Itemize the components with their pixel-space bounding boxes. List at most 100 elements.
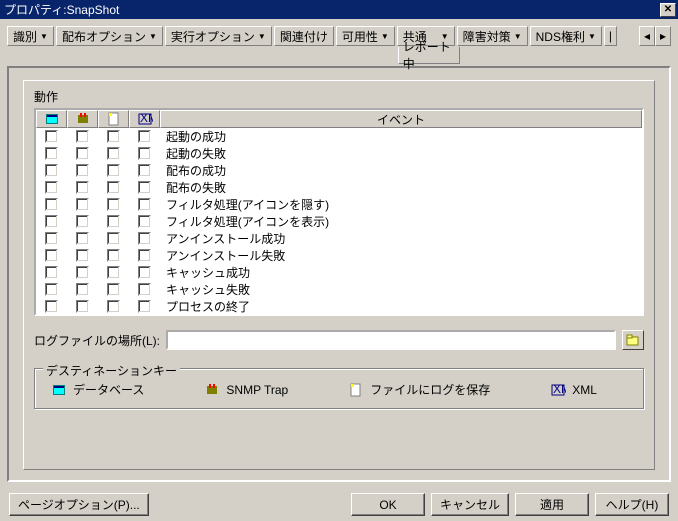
event-checkbox[interactable] <box>138 164 151 177</box>
col-xml-icon[interactable]: XML <box>129 110 160 128</box>
col-event[interactable]: イベント <box>160 110 642 128</box>
tab-scroll-left[interactable]: ◂ <box>639 26 655 46</box>
event-checkbox[interactable] <box>138 249 151 262</box>
close-button[interactable]: ✕ <box>660 3 676 17</box>
log-path-input[interactable] <box>166 330 616 350</box>
col-snmp-icon[interactable] <box>67 110 98 128</box>
tab-identify[interactable]: 識別▼ <box>7 26 54 46</box>
event-label: アンインストール成功 <box>160 230 642 247</box>
event-checkbox[interactable] <box>45 300 58 313</box>
destination-legend: デスティネーションキー <box>43 362 180 379</box>
event-checkbox[interactable] <box>45 232 58 245</box>
event-checkbox[interactable] <box>138 130 151 143</box>
event-checkbox[interactable] <box>107 181 120 194</box>
event-label: キャッシュ成功 <box>160 264 642 281</box>
tab-run-options[interactable]: 実行オプション▼ <box>165 26 272 46</box>
tab-more[interactable]: | <box>604 26 617 46</box>
event-checkbox[interactable] <box>107 198 120 211</box>
ok-button[interactable]: OK <box>351 493 425 516</box>
dialog-buttons: ページオプション(P)... OK キャンセル 適用 ヘルプ(H) <box>0 488 678 521</box>
browse-button[interactable] <box>622 330 644 350</box>
event-label: 起動の失敗 <box>160 145 642 162</box>
tab-common-sub: レポート中 <box>398 47 460 64</box>
event-label: フィルタ処理(アイコンを表示) <box>160 213 642 230</box>
event-label: フィルタ処理(アイコンを隠す) <box>160 196 642 213</box>
event-checkbox[interactable] <box>45 130 58 143</box>
col-file-icon[interactable] <box>98 110 129 128</box>
window-title: プロパティ:SnapShot <box>2 1 119 18</box>
event-checkbox[interactable] <box>45 147 58 160</box>
event-checkbox[interactable] <box>76 147 89 160</box>
event-checkbox[interactable] <box>107 164 120 177</box>
event-checkbox[interactable] <box>45 164 58 177</box>
col-db-icon[interactable] <box>36 110 67 128</box>
log-label: ログファイルの場所(L): <box>34 332 160 349</box>
dest-xml: XMLXML <box>550 381 597 398</box>
destination-key-group: デスティネーションキー データベース SNMP Trap ファイルにログを保存 … <box>34 368 644 409</box>
apply-button[interactable]: 適用 <box>515 493 589 516</box>
event-checkbox[interactable] <box>107 283 120 296</box>
event-checkbox[interactable] <box>138 300 151 313</box>
event-checkbox[interactable] <box>138 181 151 194</box>
tab-availability[interactable]: 可用性▼ <box>336 26 395 46</box>
event-checkbox[interactable] <box>107 232 120 245</box>
tab-fault[interactable]: 障害対策▼ <box>457 26 528 46</box>
event-checkbox[interactable] <box>76 164 89 177</box>
event-checkbox[interactable] <box>45 283 58 296</box>
event-checkbox[interactable] <box>138 283 151 296</box>
cancel-button[interactable]: キャンセル <box>431 493 509 516</box>
tab-common[interactable]: 共通▼ レポート中 <box>397 26 455 46</box>
event-checkbox[interactable] <box>138 266 151 279</box>
tab-scroll-right[interactable]: ▸ <box>655 26 671 46</box>
event-checkbox[interactable] <box>107 300 120 313</box>
event-row: 配布の成功 <box>36 162 642 179</box>
event-row: アンインストール失敗 <box>36 247 642 264</box>
event-checkbox[interactable] <box>107 147 120 160</box>
tab-distribution-options[interactable]: 配布オプション▼ <box>56 26 163 46</box>
help-button[interactable]: ヘルプ(H) <box>595 493 669 516</box>
event-checkbox[interactable] <box>76 130 89 143</box>
event-checkbox[interactable] <box>138 147 151 160</box>
event-row: フィルタ処理(アイコンを隠す) <box>36 196 642 213</box>
event-checkbox[interactable] <box>107 215 120 228</box>
event-checkbox[interactable] <box>107 249 120 262</box>
page-options-button[interactable]: ページオプション(P)... <box>9 493 149 516</box>
event-checkbox[interactable] <box>76 215 89 228</box>
event-label: 起動の成功 <box>160 128 642 145</box>
tab-nds-rights[interactable]: NDS権利▼ <box>530 26 602 46</box>
event-checkbox[interactable] <box>76 181 89 194</box>
event-row: キャッシュ失敗 <box>36 281 642 298</box>
event-label: アンインストール失敗 <box>160 247 642 264</box>
event-row: アンインストール成功 <box>36 230 642 247</box>
event-row: 配布の失敗 <box>36 179 642 196</box>
event-checkbox[interactable] <box>138 215 151 228</box>
tab-association[interactable]: 関連付け <box>274 26 334 46</box>
dest-file: ファイルにログを保存 <box>348 381 490 398</box>
event-checkbox[interactable] <box>45 266 58 279</box>
event-checkbox[interactable] <box>76 283 89 296</box>
dest-database: データベース <box>51 381 144 398</box>
event-checkbox[interactable] <box>138 232 151 245</box>
event-label: キャッシュ失敗 <box>160 281 642 298</box>
event-label: 配布の成功 <box>160 162 642 179</box>
event-checkbox[interactable] <box>76 266 89 279</box>
svg-text:XML: XML <box>553 382 566 396</box>
title-bar: プロパティ:SnapShot ✕ <box>0 0 678 19</box>
operations-label: 動作 <box>34 88 644 105</box>
dest-snmp: SNMP Trap <box>204 381 288 398</box>
event-checkbox[interactable] <box>107 130 120 143</box>
event-row: 起動の成功 <box>36 128 642 145</box>
event-checkbox[interactable] <box>45 198 58 211</box>
event-checkbox[interactable] <box>76 300 89 313</box>
event-checkbox[interactable] <box>76 232 89 245</box>
event-checkbox[interactable] <box>45 181 58 194</box>
tab-bar: 識別▼ 配布オプション▼ 実行オプション▼ 関連付け 可用性▼ 共通▼ レポート… <box>7 26 671 64</box>
event-checkbox[interactable] <box>45 215 58 228</box>
event-checkbox[interactable] <box>138 198 151 211</box>
event-row: プロセスの終了 <box>36 298 642 315</box>
event-row: フィルタ処理(アイコンを表示) <box>36 213 642 230</box>
event-checkbox[interactable] <box>107 266 120 279</box>
event-checkbox[interactable] <box>76 249 89 262</box>
event-checkbox[interactable] <box>45 249 58 262</box>
event-checkbox[interactable] <box>76 198 89 211</box>
